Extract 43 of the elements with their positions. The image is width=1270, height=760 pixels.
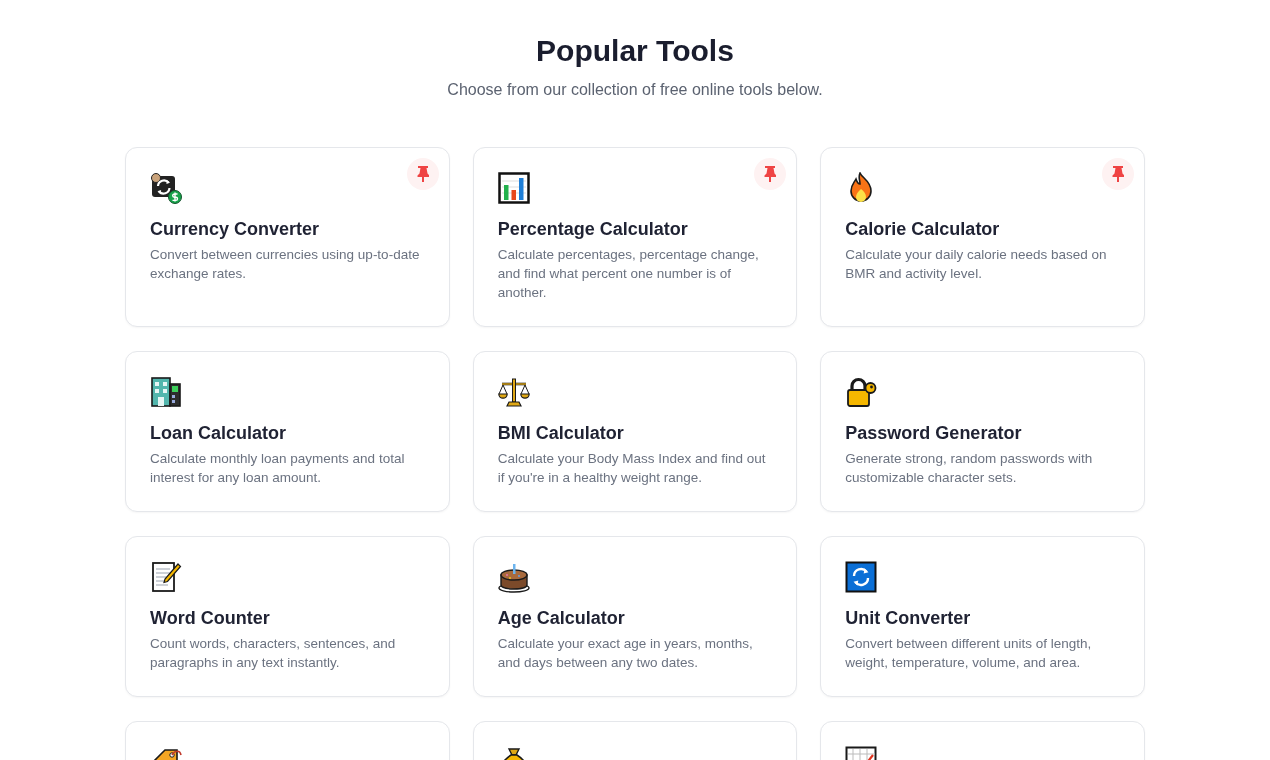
- page-title: Popular Tools: [536, 33, 734, 69]
- tool-title: BMI Calculator: [497, 422, 625, 445]
- memo-icon: [150, 561, 182, 593]
- tool-card[interactable]: Unit Converter Convert between different units of length, weight, temperature, volume, and area.: [820, 536, 1145, 697]
- pin-icon: [416, 166, 429, 182]
- tool-description: Generate strong, random passwords with customizable character sets.: [845, 450, 1094, 487]
- tool-title: Loan Calculator: [150, 422, 288, 445]
- repeat-arrows-icon: [845, 561, 878, 593]
- tool-title: Calorie Calculator: [845, 218, 1001, 241]
- tool-title: Currency Converter: [150, 218, 321, 241]
- tool-card[interactable]: Percentage Calculator Calculate percentages, percentage change, and find what percent one number is of another.: [472, 147, 798, 327]
- balance-scale-icon: [497, 376, 530, 408]
- tool-title: Age Calculator: [497, 607, 626, 630]
- tool-card[interactable]: Currency Converter Convert between currencies using up-to-date exchange rates.: [125, 147, 450, 327]
- pin-button[interactable]: [754, 158, 787, 190]
- page-subtitle: Choose from our collection of free online tools below.: [447, 80, 823, 100]
- pin-icon: [764, 166, 777, 182]
- padlock-with-key-icon: [845, 376, 878, 408]
- tool-description: Convert between currencies using up-to-date exchange rates.: [150, 246, 421, 283]
- tool-title: Unit Converter: [845, 607, 972, 630]
- currency-exchange-icon: [150, 172, 182, 204]
- tool-title: Percentage Calculator: [497, 218, 689, 241]
- cake-icon: [497, 561, 530, 593]
- tool-card[interactable]: Age Calculator Calculate your exact age in years, months, and days between any two dates.: [472, 536, 798, 697]
- pin-button[interactable]: [406, 158, 439, 190]
- tool-title: Password Generator: [845, 422, 1023, 445]
- pin-icon: [1112, 166, 1124, 182]
- tool-description: Calculate percentages, percentage change, and find what percent one number is of another.: [497, 246, 760, 302]
- tool-card[interactable]: Loan Calculator Calculate monthly loan payments and total interest for any loan amount.: [125, 351, 450, 512]
- pin-button[interactable]: [1102, 158, 1134, 190]
- tool-title: Word Counter: [150, 607, 271, 630]
- office-building-icon: [150, 376, 182, 408]
- tool-card[interactable]: BMI Calculator Calculate your Body Mass Index and find out if you're in a healthy weight range.: [472, 351, 798, 512]
- bar-chart-icon: [497, 172, 530, 204]
- tool-description: Calculate monthly loan payments and total interest for any loan amount.: [150, 450, 406, 487]
- tool-description: Convert between different units of length, weight, temperature, volume, and area.: [845, 635, 1093, 672]
- tool-description: Calculate your Body Mass Index and find out if you're in a healthy weight range.: [497, 450, 767, 487]
- tool-description: Calculate your exact age in years, months, and days between any two dates.: [497, 635, 754, 672]
- tool-description: Calculate your daily calorie needs based on BMR and activity level.: [845, 246, 1108, 283]
- tool-card[interactable]: Password Generator Generate strong, random passwords with customizable character sets.: [820, 351, 1145, 512]
- tool-description: Count words, characters, sentences, and paragraphs in any text instantly.: [150, 635, 397, 672]
- tool-card[interactable]: Word Counter Count words, characters, sentences, and paragraphs in any text instantly.: [125, 536, 450, 697]
- tool-card[interactable]: Calorie Calculator Calculate your daily calorie needs based on BMR and activity level.: [820, 147, 1145, 327]
